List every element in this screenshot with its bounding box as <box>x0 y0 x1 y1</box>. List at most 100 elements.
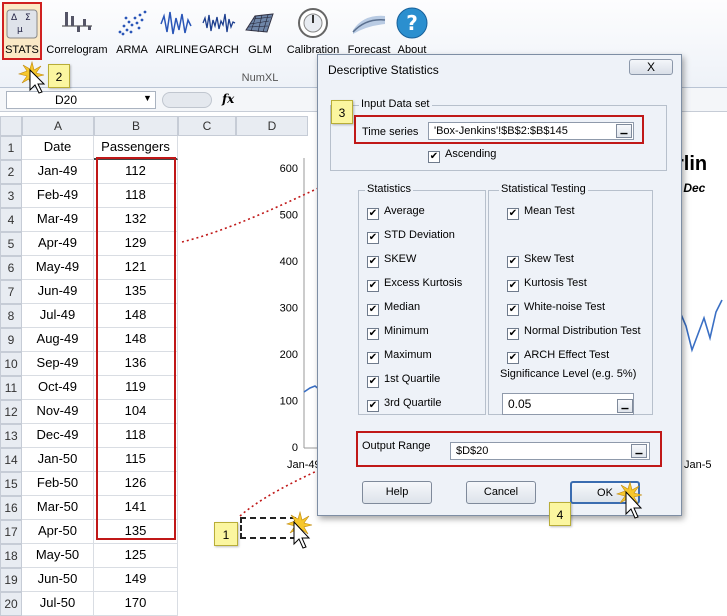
svg-text:Δ: Δ <box>11 13 18 23</box>
row-header[interactable]: 5 <box>0 232 22 256</box>
statistic-checkbox[interactable]: ✔ 3rd Quartile <box>367 397 441 412</box>
test-checkbox[interactable]: ✔ Kurtosis Test <box>507 277 587 292</box>
chart-y-tick-label: 0 <box>292 442 298 454</box>
row-header[interactable]: 9 <box>0 328 22 352</box>
date-cell[interactable]: Feb-50 <box>22 472 94 496</box>
stats-button[interactable]: Δ Σ μ STATS <box>2 2 42 60</box>
garch-button[interactable]: GARCH <box>199 4 239 62</box>
select-all-corner[interactable] <box>0 116 22 136</box>
date-cell[interactable]: Nov-49 <box>22 400 94 424</box>
correlogram-icon <box>62 12 92 32</box>
date-cell[interactable]: Aug-49 <box>22 328 94 352</box>
svg-text:?: ? <box>406 11 418 35</box>
row-header[interactable]: 17 <box>0 520 22 544</box>
row-header[interactable]: 20 <box>0 592 22 616</box>
cursor-click-icon <box>17 60 46 94</box>
date-cell[interactable]: Jul-50 <box>22 592 94 616</box>
column-header-d[interactable]: D <box>236 116 308 136</box>
row-header[interactable]: 18 <box>0 544 22 568</box>
close-button[interactable]: X <box>629 59 673 75</box>
date-cell[interactable]: Mar-50 <box>22 496 94 520</box>
insert-function-icon[interactable]: fx <box>222 92 234 106</box>
statistic-checkbox[interactable]: ✔ STD Deviation <box>367 229 455 244</box>
cursor-click-icon <box>285 510 313 549</box>
formula-bar-splitter[interactable] <box>162 92 212 108</box>
date-cell[interactable]: Apr-50 <box>22 520 94 544</box>
row-header[interactable]: 3 <box>0 184 22 208</box>
chevron-down-icon[interactable]: ▼ <box>143 93 152 103</box>
date-cell[interactable]: Jan-50 <box>22 448 94 472</box>
test-checkbox[interactable]: ✔ ARCH Effect Test <box>507 349 609 364</box>
passengers-cell[interactable]: 170 <box>94 592 178 616</box>
date-cell[interactable]: Feb-49 <box>22 184 94 208</box>
svg-text:Σ: Σ <box>25 13 31 23</box>
statistic-checkbox[interactable]: ✔ Minimum <box>367 325 429 340</box>
statistic-checkbox[interactable]: ✔ SKEW <box>367 253 416 268</box>
output-range-label: Output Range <box>362 440 431 452</box>
checkbox-check-icon: ✔ <box>507 256 519 268</box>
cancel-button[interactable]: Cancel <box>466 481 536 504</box>
header-date[interactable]: Date <box>22 136 94 160</box>
row-header[interactable]: 8 <box>0 304 22 328</box>
row-header[interactable]: 7 <box>0 280 22 304</box>
row-header[interactable]: 14 <box>0 448 22 472</box>
descriptive-statistics-dialog: Descriptive Statistics X Input Data set … <box>317 54 682 516</box>
time-series-input[interactable]: 'Box-Jenkins'!$B$2:$B$145 <box>428 122 634 140</box>
airline-button[interactable]: AIRLINE <box>155 4 199 62</box>
correlogram-button[interactable]: Correlogram <box>46 4 108 62</box>
statistic-checkbox[interactable]: ✔ 1st Quartile <box>367 373 440 388</box>
time-series-range-button[interactable]: ▁ <box>616 124 632 138</box>
chart-y-tick-label: 100 <box>280 396 298 408</box>
significance-dropdown-button[interactable]: ▁ <box>617 399 633 413</box>
passengers-cell[interactable]: 125 <box>94 544 178 568</box>
row-header[interactable]: 16 <box>0 496 22 520</box>
arma-button[interactable]: ARMA <box>112 4 152 62</box>
statistic-checkbox[interactable]: ✔ Average <box>367 205 425 220</box>
date-cell[interactable]: Mar-49 <box>22 208 94 232</box>
test-checkbox[interactable]: ✔ Normal Distribution Test <box>507 325 641 340</box>
row-header[interactable]: 11 <box>0 376 22 400</box>
row-header[interactable]: 10 <box>0 352 22 376</box>
row-header[interactable]: 15 <box>0 472 22 496</box>
significance-label: Significance Level (e.g. 5%) <box>500 368 637 380</box>
date-cell[interactable]: Jan-49 <box>22 160 94 184</box>
date-cell[interactable]: May-49 <box>22 256 94 280</box>
statistic-checkbox[interactable]: ✔ Median <box>367 301 420 316</box>
date-cell[interactable]: Oct-49 <box>22 376 94 400</box>
callout-4: 4 <box>549 502 571 526</box>
garch-label: GARCH <box>199 44 239 56</box>
time-series-label: Time series <box>362 126 419 138</box>
stats-sigma-icon: Δ Σ μ <box>6 9 38 39</box>
output-range-input[interactable]: $D$20 <box>450 442 650 460</box>
date-cell[interactable]: May-50 <box>22 544 94 568</box>
column-header-b[interactable]: B <box>94 116 178 136</box>
output-range-button[interactable]: ▁ <box>631 444 647 458</box>
checkbox-check-icon: ✔ <box>367 304 379 316</box>
row-header[interactable]: 13 <box>0 424 22 448</box>
date-cell[interactable]: Apr-49 <box>22 232 94 256</box>
dialog-title: Descriptive Statistics <box>328 63 439 77</box>
date-cell[interactable]: Jul-49 <box>22 304 94 328</box>
chart-y-tick-label: 600 <box>280 163 298 175</box>
column-header-a[interactable]: A <box>22 116 94 136</box>
date-cell[interactable]: Jun-49 <box>22 280 94 304</box>
test-checkbox[interactable]: ✔ Mean Test <box>507 205 575 220</box>
chart-x-tick-left: Jan-49 <box>287 459 321 471</box>
date-cell[interactable]: Sep-49 <box>22 352 94 376</box>
row-header[interactable]: 4 <box>0 208 22 232</box>
checkbox-check-icon: ✔ <box>367 328 379 340</box>
help-button[interactable]: Help <box>362 481 432 504</box>
column-header-c[interactable]: C <box>178 116 236 136</box>
test-checkbox[interactable]: ✔ White-noise Test <box>507 301 605 316</box>
significance-input[interactable]: 0.05 <box>502 393 634 415</box>
row-header[interactable]: 2 <box>0 160 22 184</box>
row-header[interactable]: 12 <box>0 400 22 424</box>
test-checkbox[interactable]: ✔ Skew Test <box>507 253 574 268</box>
ascending-checkbox[interactable]: ✔ Ascending <box>428 148 496 163</box>
glm-button[interactable]: GLM <box>242 4 278 62</box>
row-header[interactable]: 6 <box>0 256 22 280</box>
statistic-checkbox[interactable]: ✔ Excess Kurtosis <box>367 277 462 292</box>
row-header[interactable]: 1 <box>0 136 22 160</box>
date-cell[interactable]: Dec-49 <box>22 424 94 448</box>
statistic-checkbox[interactable]: ✔ Maximum <box>367 349 432 364</box>
